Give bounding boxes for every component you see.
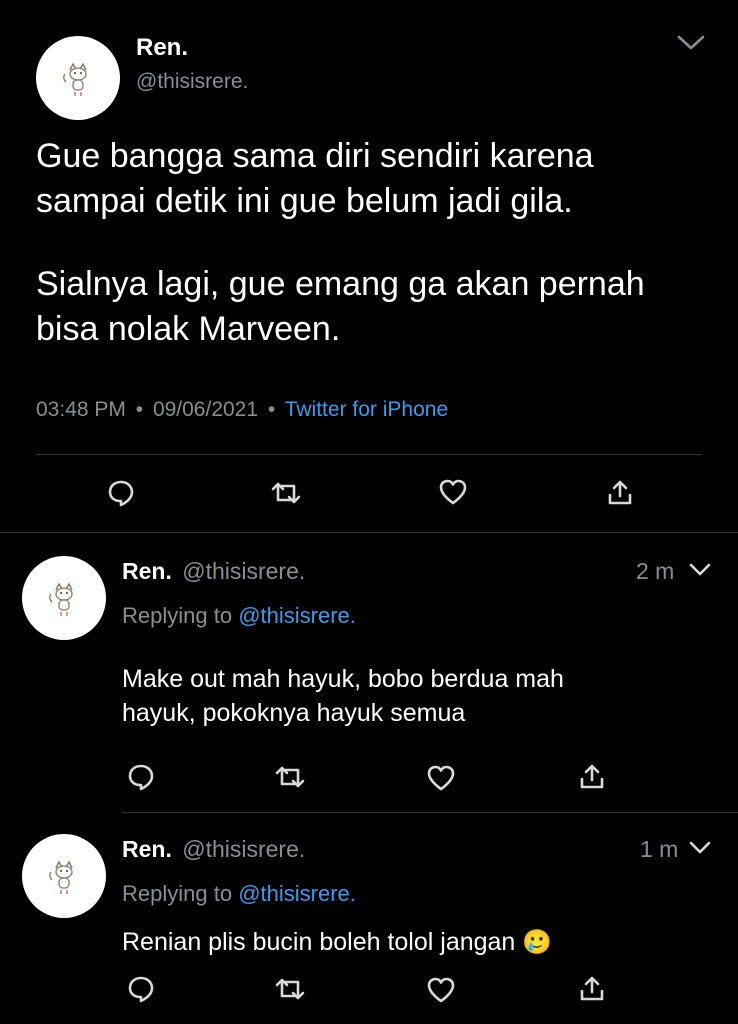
replying-to-handle[interactable]: @thisisrere. xyxy=(238,881,356,906)
chevron-down-icon[interactable] xyxy=(688,840,712,856)
display-name[interactable]: Ren. xyxy=(122,558,172,584)
retweet-icon xyxy=(275,978,305,1000)
retweet-button[interactable] xyxy=(274,762,306,792)
reply-text: Renian plis bucin boleh tolol jangan 🥲 xyxy=(122,925,552,960)
chevron-down-icon[interactable] xyxy=(688,562,712,578)
like-button[interactable] xyxy=(426,976,456,1004)
cat-avatar-icon xyxy=(49,860,73,894)
handle[interactable]: @thisisrere. xyxy=(136,70,248,94)
reply-button[interactable] xyxy=(126,762,156,792)
handle[interactable]: @thisisrere. xyxy=(182,558,305,584)
retweet-icon xyxy=(271,482,301,504)
like-icon xyxy=(427,977,455,1003)
tweet-text-line: bisa nolak Marveen. xyxy=(36,310,341,348)
retweet-button[interactable] xyxy=(270,478,302,508)
reply-button[interactable] xyxy=(106,478,136,508)
cat-avatar-icon xyxy=(63,62,87,96)
share-button[interactable] xyxy=(578,974,606,1004)
cat-avatar-icon xyxy=(49,582,73,616)
reply-icon xyxy=(108,480,134,507)
retweet-button[interactable] xyxy=(274,974,306,1004)
replying-to: Replying to @thisisrere. xyxy=(122,881,356,907)
avatar[interactable] xyxy=(36,36,120,120)
like-icon xyxy=(427,765,455,791)
share-icon xyxy=(580,764,604,789)
display-name[interactable]: Ren. xyxy=(136,34,188,62)
tweet-meta: 03:48 PM • 09/06/2021 • Twitter for iPho… xyxy=(36,398,448,422)
replying-to-label: Replying to xyxy=(122,881,233,906)
reply-text-line: hayuk, pokoknya hayuk semua xyxy=(122,699,466,727)
tweet-text: Gue bangga sama diri sendiri karena samp… xyxy=(36,134,645,352)
avatar[interactable] xyxy=(22,556,106,640)
replying-to: Replying to @thisisrere. xyxy=(122,603,356,629)
reply-text: Make out mah hayuk, bobo berdua mah hayu… xyxy=(122,662,564,730)
share-icon xyxy=(608,480,632,505)
tweet-time: 03:48 PM xyxy=(36,398,126,421)
reply-text-line: Make out mah hayuk, bobo berdua mah xyxy=(122,665,564,693)
tweet-text-line: sampai detik ini gue belum jadi gila. xyxy=(36,182,573,220)
like-button[interactable] xyxy=(438,478,468,506)
meta-separator: • xyxy=(135,398,144,421)
reply-icon xyxy=(128,764,154,791)
reply-icon xyxy=(128,976,154,1003)
avatar[interactable] xyxy=(22,834,106,918)
retweet-icon xyxy=(275,766,305,788)
display-name[interactable]: Ren. xyxy=(122,836,172,862)
divider xyxy=(0,532,738,533)
share-icon xyxy=(580,976,604,1001)
like-button[interactable] xyxy=(426,764,456,792)
like-icon xyxy=(439,479,467,505)
divider xyxy=(122,812,738,813)
replying-to-handle[interactable]: @thisisrere. xyxy=(238,603,356,628)
reply-header: Ren. @thisisrere. xyxy=(122,836,305,863)
handle[interactable]: @thisisrere. xyxy=(182,836,305,862)
timestamp: 1 m xyxy=(640,836,679,862)
crying-smile-emoji: 🥲 xyxy=(522,929,553,956)
tweet-text-line: Sialnya lagi, gue emang ga akan pernah xyxy=(36,265,645,303)
chevron-down-icon[interactable] xyxy=(676,34,706,52)
reply-text-line: Renian plis bucin boleh tolol jangan xyxy=(122,928,516,956)
tweet-text-line: Gue bangga sama diri sendiri karena xyxy=(36,137,594,175)
share-button[interactable] xyxy=(578,762,606,792)
meta-separator: • xyxy=(267,398,276,421)
reply-header: Ren. @thisisrere. xyxy=(122,558,305,585)
timestamp: 2 m xyxy=(636,558,675,584)
tweet-date: 09/06/2021 xyxy=(152,398,259,421)
share-button[interactable] xyxy=(606,478,634,508)
replying-to-label: Replying to xyxy=(122,603,233,628)
tweet-source-link[interactable]: Twitter for iPhone xyxy=(285,398,448,421)
reply-button[interactable] xyxy=(126,974,156,1004)
divider xyxy=(36,454,702,455)
